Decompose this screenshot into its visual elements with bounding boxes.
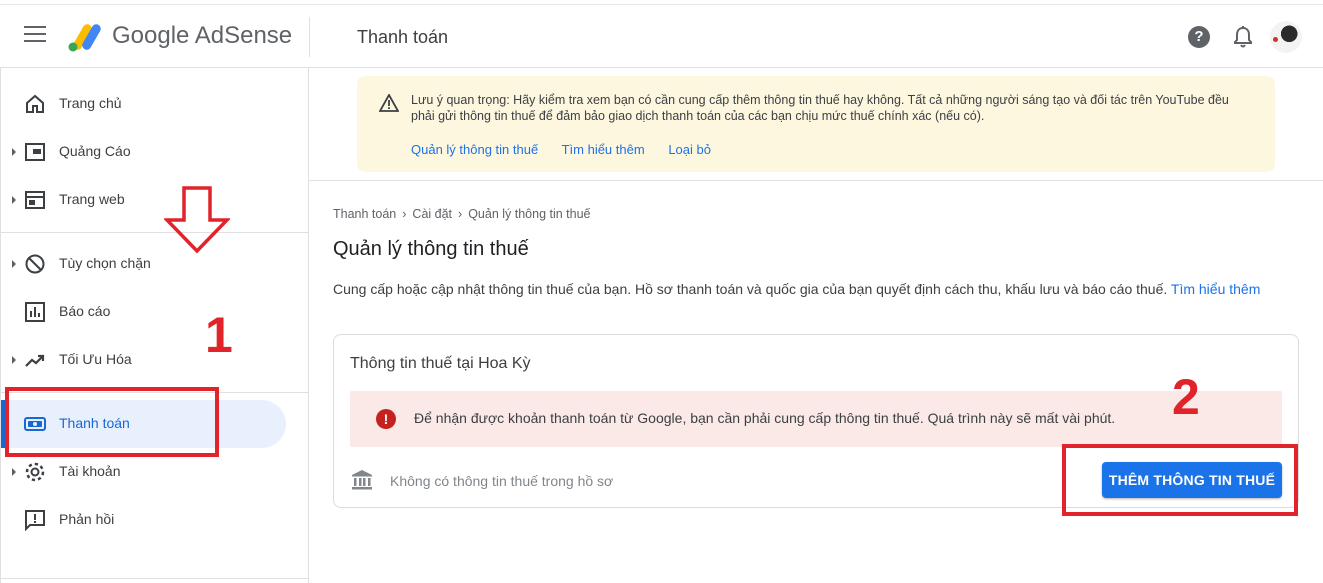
description-text: Cung cấp hoặc cập nhật thông tin thuế củ… bbox=[333, 281, 1168, 297]
step-1-highlight bbox=[5, 387, 219, 457]
sidebar-item-label: Trang web bbox=[59, 191, 125, 207]
sidebar-item-label: Tài khoản bbox=[59, 463, 121, 479]
expand-caret-icon[interactable] bbox=[12, 356, 16, 364]
sidebar-item-label: Tùy chọn chặn bbox=[59, 255, 151, 271]
breadcrumb-current: Quản lý thông tin thuế bbox=[468, 207, 591, 221]
app-name[interactable]: Google AdSense bbox=[112, 22, 292, 50]
page-heading: Quản lý thông tin thuế bbox=[333, 238, 529, 260]
sidebar-item-feedback[interactable]: Phản hồi bbox=[1, 496, 286, 544]
feedback-icon bbox=[25, 510, 45, 531]
adsense-app: Google AdSense Thanh toán ? Trang chủ Qu… bbox=[0, 0, 1323, 583]
banner-message: Lưu ý quan trọng: Hãy kiểm tra xem bạn c… bbox=[411, 93, 1229, 123]
dismiss-link[interactable]: Loại bỏ bbox=[668, 142, 711, 157]
expand-caret-icon[interactable] bbox=[12, 468, 16, 476]
learn-more-link[interactable]: Tìm hiểu thêm bbox=[562, 142, 645, 157]
sidebar-item-reports[interactable]: Báo cáo bbox=[1, 288, 286, 336]
card-title: Thông tin thuế tại Hoa Kỳ bbox=[350, 355, 531, 372]
home-icon bbox=[26, 94, 44, 113]
optimization-icon bbox=[25, 354, 45, 367]
expand-caret-icon[interactable] bbox=[12, 260, 16, 268]
account-gear-icon bbox=[25, 462, 45, 482]
manage-tax-info-link[interactable]: Quản lý thông tin thuế bbox=[411, 142, 538, 157]
down-arrow-annotation-icon bbox=[164, 186, 230, 254]
sidebar-item-home[interactable]: Trang chủ bbox=[1, 80, 286, 128]
sidebar-item-blocking[interactable]: Tùy chọn chặn bbox=[1, 240, 286, 288]
warning-icon bbox=[379, 94, 399, 112]
breadcrumb-settings[interactable]: Cài đặt bbox=[412, 207, 452, 221]
sidebar-item-label: Phản hồi bbox=[59, 511, 115, 527]
block-icon bbox=[25, 254, 45, 274]
description-learn-more-link[interactable]: Tìm hiểu thêm bbox=[1171, 281, 1260, 297]
top-bar: Google AdSense Thanh toán ? bbox=[0, 4, 1323, 68]
empty-tax-info-text: Không có thông tin thuế trong hồ sơ bbox=[390, 473, 614, 489]
sidebar-divider bbox=[1, 232, 309, 233]
sidebar-item-label: Trang chủ bbox=[59, 95, 122, 111]
banner-links: Quản lý thông tin thuế Tìm hiểu thêm Loạ… bbox=[411, 142, 731, 157]
tax-warning-banner: Lưu ý quan trọng: Hãy kiểm tra xem bạn c… bbox=[357, 76, 1275, 172]
main-divider bbox=[309, 180, 1323, 181]
sidebar-divider bbox=[1, 578, 309, 579]
page-description: Cung cấp hoặc cập nhật thông tin thuế củ… bbox=[333, 279, 1293, 299]
step-2-highlight bbox=[1062, 444, 1298, 516]
help-icon[interactable]: ? bbox=[1188, 26, 1210, 48]
breadcrumb: Thanh toán › Cài đặt › Quản lý thông tin thu… bbox=[333, 207, 591, 221]
avatar[interactable] bbox=[1270, 21, 1302, 53]
sites-icon bbox=[25, 191, 45, 209]
error-icon: ! bbox=[376, 409, 396, 429]
adsense-logo-icon bbox=[68, 24, 101, 52]
sidebar-item-sites[interactable]: Trang web bbox=[1, 176, 286, 224]
sidebar: Trang chủ Quảng Cáo Trang web Tùy chọn c… bbox=[0, 68, 309, 583]
reports-icon bbox=[25, 302, 45, 322]
expand-caret-icon[interactable] bbox=[12, 196, 16, 204]
breadcrumb-payments[interactable]: Thanh toán bbox=[333, 207, 396, 221]
breadcrumb-separator: › bbox=[458, 207, 463, 221]
breadcrumb-separator: › bbox=[402, 207, 407, 221]
bank-icon bbox=[352, 470, 372, 490]
page-title: Thanh toán bbox=[357, 27, 449, 47]
step-1-label: 1 bbox=[205, 307, 233, 363]
sidebar-item-label: Báo cáo bbox=[59, 303, 111, 319]
tax-required-alert: ! Để nhận được khoản thanh toán từ Googl… bbox=[350, 391, 1282, 447]
bell-icon[interactable] bbox=[1233, 25, 1253, 49]
sidebar-item-ads[interactable]: Quảng Cáo bbox=[1, 128, 286, 176]
step-2-label: 2 bbox=[1172, 369, 1200, 425]
sidebar-item-label: Quảng Cáo bbox=[59, 143, 131, 159]
alert-message: Để nhận được khoản thanh toán từ Google,… bbox=[414, 410, 1116, 426]
sidebar-item-optimization[interactable]: Tối Ưu Hóa bbox=[1, 336, 286, 384]
header-divider bbox=[309, 17, 310, 57]
sidebar-item-label: Tối Ưu Hóa bbox=[59, 351, 132, 367]
expand-caret-icon[interactable] bbox=[12, 148, 16, 156]
ads-icon bbox=[25, 143, 45, 161]
menu-icon[interactable] bbox=[24, 26, 46, 46]
